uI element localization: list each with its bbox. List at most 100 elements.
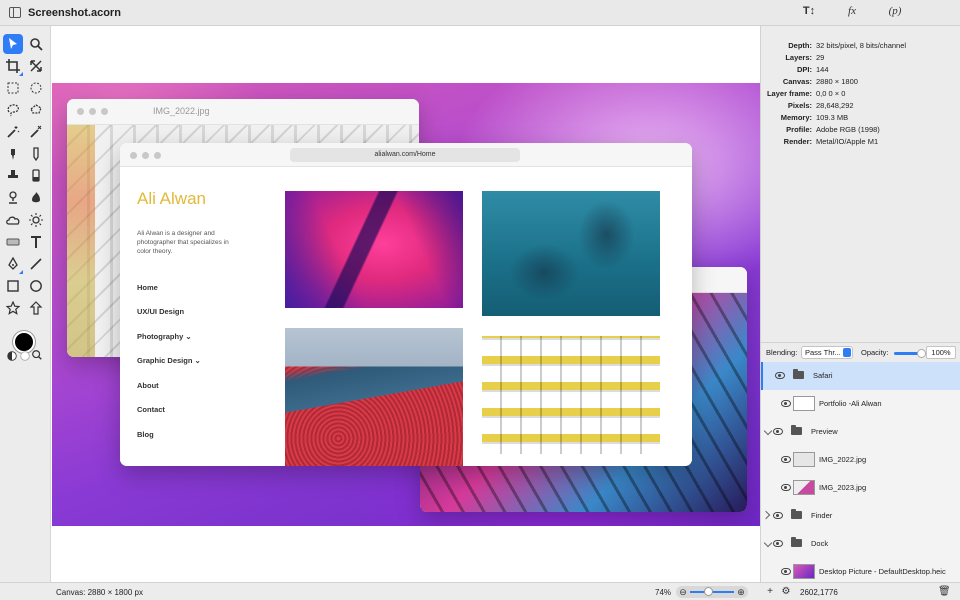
cursor-coords: 2602,1776: [800, 588, 838, 597]
line-icon[interactable]: [26, 254, 46, 274]
photo-balconies: [482, 336, 660, 454]
layer-row-finder[interactable]: Finder: [761, 502, 960, 530]
zoom-icon[interactable]: [26, 34, 46, 54]
title-bar: Screenshot.acorn T↕ fx (p): [0, 0, 960, 26]
folder-icon: [791, 509, 802, 519]
blending-label: Blending:: [766, 348, 798, 357]
dodge-icon[interactable]: [3, 188, 23, 208]
chevron-right-icon[interactable]: [761, 510, 771, 520]
canvas-size-label: Canvas: 2880 × 1800 px: [56, 588, 143, 597]
magic-wand-alt-icon[interactable]: [26, 122, 46, 142]
folder-icon: [791, 425, 802, 435]
layer-thumbnail: [793, 564, 815, 579]
eye-icon[interactable]: [773, 428, 783, 435]
safari-toolbar: alialwan.com/Home: [120, 143, 692, 167]
polygon-lasso-icon[interactable]: [26, 100, 46, 120]
rect-select-icon[interactable]: [3, 78, 23, 98]
transform-icon[interactable]: [26, 56, 46, 76]
plus-icon[interactable]: +: [764, 586, 776, 598]
layer-name: Portfolio -Ali Alwan: [819, 399, 882, 408]
preview-filename: IMG_2022.jpg: [153, 106, 210, 116]
eye-icon[interactable]: [773, 512, 783, 519]
info-row-render: Render: Metal/IO/Apple M1: [783, 137, 879, 146]
site-nav-home: Home: [137, 283, 158, 292]
canvas-area[interactable]: IMG_2022.jpg alialwan.com/Home Ali Alwan…: [50, 26, 761, 582]
arrow-icon[interactable]: [26, 298, 46, 318]
info-row-dpi: DPI: 144: [797, 65, 829, 74]
layer-thumbnail: [793, 452, 815, 467]
layer-row-safari[interactable]: Safari: [761, 362, 960, 390]
photo-pink-buildings: [285, 191, 463, 308]
star-icon[interactable]: [3, 298, 23, 318]
swap-colors-icon[interactable]: [6, 350, 18, 362]
zoom-in-icon[interactable]: ⊕: [735, 586, 747, 598]
site-nav-uxui: UX/UI Design: [137, 307, 185, 316]
info-row-profile: Profile: Adobe RGB (1998): [786, 125, 880, 134]
pen-icon[interactable]: [3, 254, 23, 274]
trash-icon[interactable]: 🗑: [938, 586, 951, 598]
eraser-icon[interactable]: [26, 166, 46, 186]
photo-water-reflection: [482, 191, 660, 316]
eye-icon[interactable]: [781, 484, 791, 491]
layer-name: Desktop Picture - DefaultDesktop.heic: [819, 567, 946, 576]
sidebar-toggle-icon[interactable]: [9, 7, 21, 18]
select-arrow-icon[interactable]: [3, 34, 23, 54]
info-row-pixels: Pixels: 28,648,292: [787, 101, 854, 110]
info-row-canvas: Canvas: 2880 × 1800: [782, 77, 858, 86]
opacity-slider[interactable]: [894, 349, 926, 358]
zoom-out-icon[interactable]: ⊖: [677, 586, 689, 598]
blending-mode-select[interactable]: Pass Thr...: [801, 346, 853, 359]
window-title: Screenshot.acorn: [28, 7, 121, 19]
status-bar: Canvas: 2880 × 1800 px 74% ⊖ ⊕ + ⚙ 2602,…: [0, 582, 960, 600]
site-nav-about: About: [137, 381, 159, 390]
pencil-icon[interactable]: [26, 144, 46, 164]
text-tool-button[interactable]: T↕: [798, 5, 820, 21]
site-nav-blog: Blog: [137, 430, 154, 439]
ellipse-select-icon[interactable]: [26, 78, 46, 98]
stamp-icon[interactable]: [3, 166, 23, 186]
chevron-down-icon[interactable]: [763, 426, 773, 436]
layer-row-img2022[interactable]: IMG_2022.jpg: [761, 446, 960, 474]
layer-row-dock[interactable]: Dock: [761, 530, 960, 558]
p-button[interactable]: (p): [884, 5, 906, 21]
layer-row-portfolio[interactable]: Portfolio -Ali Alwan: [761, 390, 960, 418]
cloud-icon[interactable]: [3, 210, 23, 230]
opacity-value-field[interactable]: 100%: [926, 346, 956, 359]
default-colors-icon[interactable]: [19, 350, 31, 362]
layer-name: Preview: [811, 427, 838, 436]
image-info-panel: Depth: 32 bits/pixel, 8 bits/channel Laye…: [760, 26, 960, 342]
folder-icon: [791, 537, 802, 547]
safari-window: alialwan.com/Home Ali Alwan Ali Alwan is…: [120, 143, 692, 466]
rect-shape-icon[interactable]: [3, 232, 23, 252]
layers-list: Safari Portfolio -Ali Alwan Preview IMG_…: [760, 362, 960, 582]
eye-icon[interactable]: [781, 456, 791, 463]
eye-icon[interactable]: [781, 400, 791, 407]
eye-icon[interactable]: [773, 540, 783, 547]
magic-wand-icon[interactable]: [3, 122, 23, 142]
eyedropper-icon[interactable]: [31, 349, 43, 361]
canvas-image[interactable]: IMG_2022.jpg alialwan.com/Home Ali Alwan…: [52, 83, 761, 526]
text-icon[interactable]: [26, 232, 46, 252]
opacity-label: Opacity:: [861, 348, 889, 357]
layer-thumbnail: [793, 396, 815, 411]
eye-icon[interactable]: [781, 568, 791, 575]
zoom-value: 74%: [655, 588, 672, 597]
circle-icon[interactable]: [26, 276, 46, 296]
square-icon[interactable]: [3, 276, 23, 296]
opacity-slider-knob[interactable]: [917, 349, 926, 358]
layer-row-img2023[interactable]: IMG_2023.jpg: [761, 474, 960, 502]
gear-icon[interactable]: ⚙: [780, 586, 792, 598]
brush-icon[interactable]: [3, 144, 23, 164]
crop-icon[interactable]: [3, 56, 23, 76]
burn-icon[interactable]: [26, 188, 46, 208]
zoom-slider-knob[interactable]: [704, 587, 713, 596]
layer-name: Finder: [811, 511, 833, 520]
eye-icon[interactable]: [775, 372, 785, 379]
fx-button[interactable]: fx: [842, 5, 862, 21]
chevron-down-icon[interactable]: [763, 538, 773, 548]
zoom-slider[interactable]: ⊖ ⊕: [676, 586, 748, 598]
lasso-icon[interactable]: [3, 100, 23, 120]
sun-icon[interactable]: [26, 210, 46, 230]
info-row-layer-frame: Layer frame: 0,0 0 × 0: [766, 89, 846, 98]
layer-row-preview[interactable]: Preview: [761, 418, 960, 446]
